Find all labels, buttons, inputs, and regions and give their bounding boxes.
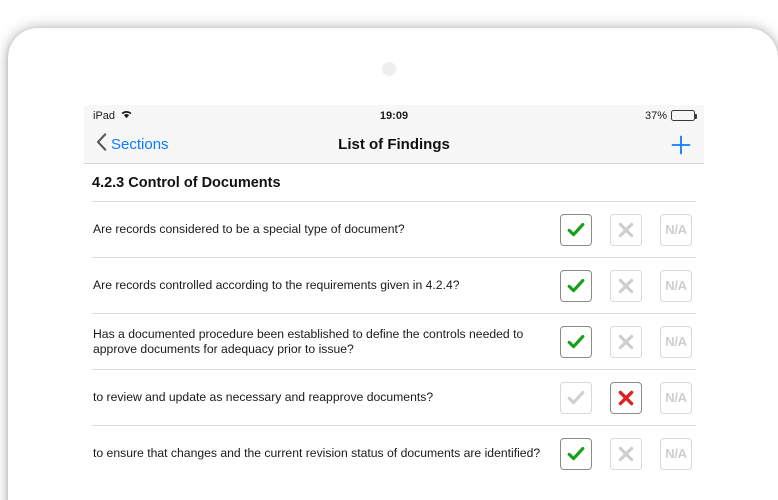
answer-yes-button[interactable] [560, 381, 592, 414]
answer-na-label: N/A [665, 446, 687, 461]
answer-no-button[interactable] [610, 437, 642, 470]
answer-group: N/A [560, 213, 696, 246]
answer-group: N/A [560, 437, 696, 470]
answer-group: N/A [560, 325, 696, 358]
answer-no-button[interactable] [610, 213, 642, 246]
answer-group: N/A [560, 381, 696, 414]
answer-no-button[interactable] [610, 325, 642, 358]
table-row[interactable]: Are records controlled according to the … [92, 257, 696, 313]
check-icon [566, 332, 586, 352]
plus-icon [670, 135, 692, 160]
section-header: 4.2.3 Control of Documents [92, 175, 281, 191]
table-row[interactable]: Are records considered to be a special t… [92, 201, 696, 257]
answer-na-button[interactable]: N/A [660, 437, 692, 470]
check-icon [566, 276, 586, 296]
answer-na-button[interactable]: N/A [660, 213, 692, 246]
check-icon [566, 220, 586, 240]
answer-na-label: N/A [665, 222, 687, 237]
cross-icon [616, 332, 636, 352]
cross-icon [616, 220, 636, 240]
check-icon [566, 444, 586, 464]
status-bar: iPad 19:09 37% [84, 105, 704, 126]
findings-list[interactable]: 4.2.3 Control of Documents Are records c… [84, 164, 704, 500]
ipad-screen: iPad 19:09 37% Sections List of Findings… [84, 105, 704, 500]
back-button[interactable]: Sections [96, 133, 169, 156]
answer-na-label: N/A [665, 334, 687, 349]
cross-icon [616, 444, 636, 464]
camera-dot-icon [382, 62, 396, 76]
answer-na-button[interactable]: N/A [660, 269, 692, 302]
table-row[interactable]: to review and update as necessary and re… [92, 369, 696, 425]
battery-icon [671, 110, 697, 121]
answer-yes-button[interactable] [560, 269, 592, 302]
answer-na-label: N/A [665, 390, 687, 405]
page-title: List of Findings [338, 136, 450, 153]
chevron-left-icon [96, 133, 107, 156]
answer-na-button[interactable]: N/A [660, 325, 692, 358]
question-text: Are records controlled according to the … [93, 278, 460, 292]
status-bar-right: 37% [644, 109, 697, 122]
add-button[interactable] [670, 134, 692, 156]
cross-icon [616, 388, 636, 408]
answer-na-label: N/A [665, 278, 687, 293]
cross-icon [616, 276, 636, 296]
question-text: to ensure that changes and the current r… [93, 446, 541, 460]
battery-percent-label: 37% [644, 109, 667, 122]
question-text: Has a documented procedure been establis… [93, 326, 524, 356]
status-time: 19:09 [379, 109, 409, 122]
check-icon [566, 388, 586, 408]
navigation-bar: Sections List of Findings [84, 126, 704, 164]
answer-yes-button[interactable] [560, 213, 592, 246]
answer-na-button[interactable]: N/A [660, 381, 692, 414]
answer-group: N/A [560, 269, 696, 302]
question-text: Are records considered to be a special t… [93, 222, 405, 236]
page-root: iPad 19:09 37% Sections List of Findings… [0, 0, 778, 500]
table-row[interactable]: Has a documented procedure been establis… [92, 313, 696, 369]
answer-yes-button[interactable] [560, 437, 592, 470]
answer-no-button[interactable] [610, 381, 642, 414]
table-row[interactable]: to ensure that changes and the current r… [92, 425, 696, 481]
question-text: to review and update as necessary and re… [93, 390, 434, 404]
back-button-label: Sections [111, 136, 169, 153]
answer-yes-button[interactable] [560, 325, 592, 358]
answer-no-button[interactable] [610, 269, 642, 302]
